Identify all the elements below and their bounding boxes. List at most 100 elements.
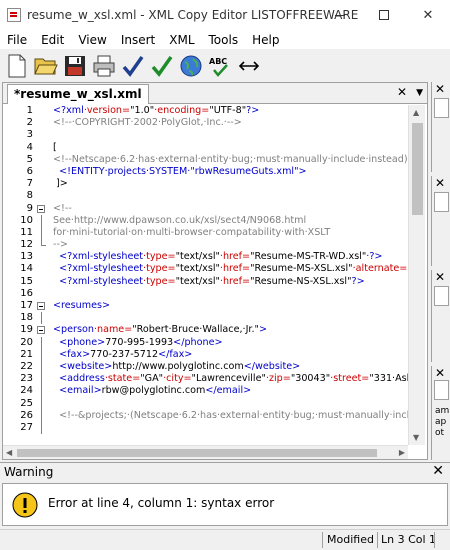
side-panel-close-icon[interactable]: ✕: [435, 176, 445, 190]
code-token: <?xml-stylesheet: [53, 263, 144, 275]
code-editor[interactable]: 1 <?xml·version="1.0"·encoding="UTF-8"?> 2…: [3, 105, 408, 445]
code-line[interactable]: 8: [3, 190, 408, 202]
code-token: "1.0": [130, 105, 155, 116]
code-token: http://www.polyglotinc.com: [112, 360, 244, 372]
side-panel-field[interactable]: [434, 192, 449, 212]
menu-file[interactable]: File: [0, 33, 34, 47]
fold-toggle-icon[interactable]: [37, 326, 45, 335]
code-line[interactable]: 15 <?xml-stylesheet·type="text/xsl"·href…: [3, 276, 408, 288]
code-line[interactable]: 16: [3, 288, 408, 300]
code-line[interactable]: 27: [3, 421, 408, 435]
open-file-button[interactable]: [33, 53, 58, 78]
fold-guide: [41, 226, 42, 240]
validate-button[interactable]: [149, 53, 174, 78]
code-text: -->: [53, 239, 68, 251]
print-button[interactable]: [91, 53, 116, 78]
code-line[interactable]: 21 <fax>770-237-5712</fax>: [3, 348, 408, 361]
code-line[interactable]: 5 <!--Netscape·6.2·has·external·entity·bu…: [3, 154, 408, 166]
menu-insert[interactable]: Insert: [114, 33, 162, 47]
side-panel-close-icon[interactable]: ✕: [435, 366, 445, 380]
warning-close-icon[interactable]: ✕: [432, 463, 444, 479]
menu-tools[interactable]: Tools: [202, 33, 246, 47]
pretty-print-button[interactable]: [236, 53, 261, 78]
code-line[interactable]: 11 for·mini-tutorial·on·multi-browser·com…: [3, 226, 408, 240]
code-token: ·state=: [104, 373, 141, 385]
code-token: "UTF-8": [209, 105, 247, 116]
menu-help[interactable]: Help: [245, 33, 286, 47]
horizontal-scroll-thumb[interactable]: [17, 449, 377, 457]
menu-xml[interactable]: XML: [162, 33, 201, 47]
code-token: </phone>: [173, 336, 223, 348]
code-line[interactable]: 10 See·http://www.dpawson.co.uk/xsl/sect4…: [3, 214, 408, 227]
code-line[interactable]: 18: [3, 312, 408, 325]
code-line[interactable]: 9 <!--: [3, 203, 408, 215]
window-title: resume_w_xsl.xml - XML Copy Editor LISTO…: [27, 8, 359, 22]
close-button[interactable]: ✕: [406, 0, 450, 30]
code-token: "text/xsl": [175, 251, 220, 263]
maximize-button[interactable]: [362, 0, 406, 30]
code-token: ·zip=: [265, 373, 291, 385]
side-panel-field[interactable]: [434, 98, 449, 118]
code-line[interactable]: 12 -->: [3, 239, 408, 251]
side-panel-close-icon[interactable]: ✕: [435, 82, 445, 96]
tab-close-icon[interactable]: ✕: [397, 85, 407, 99]
code-token: ·encoding=: [154, 105, 210, 116]
scroll-left-arrow-icon[interactable]: ◀: [6, 448, 12, 457]
code-token: "331·Ashbou: [369, 373, 408, 385]
code-line[interactable]: 22 <website>http://www.polyglotinc.com</…: [3, 360, 408, 374]
scroll-right-arrow-icon[interactable]: ▶: [399, 448, 405, 457]
code-line[interactable]: 17 <resumes>: [3, 300, 408, 312]
code-line[interactable]: 23 <address·state="GA"·city="Lawrencevil…: [3, 373, 408, 386]
code-token: "rbwResumeGuts.xml": [190, 165, 299, 177]
line-number: 27: [20, 421, 33, 433]
browser-button[interactable]: [178, 53, 203, 78]
code-text: <website>http://www.polyglotinc.com</web…: [53, 361, 300, 373]
code-line[interactable]: 20 <phone>770-995-1993</phone>: [3, 336, 408, 349]
code-token: "text/xsl": [175, 275, 220, 287]
code-line[interactable]: 25: [3, 397, 408, 410]
side-panel-close-icon[interactable]: ✕: [435, 270, 445, 284]
tab-resume-w-xsl[interactable]: *resume_w_xsl.xml: [7, 84, 149, 104]
code-line[interactable]: 26 <!--&projects;·(Netscape·6.2·has·exte…: [3, 409, 408, 422]
code-line[interactable]: 4[: [3, 142, 408, 154]
side-panel-text: am ap ot: [435, 406, 450, 438]
vertical-scrollbar[interactable]: ▲ ▼: [408, 105, 425, 445]
code-line[interactable]: 13 <?xml-stylesheet·type="text/xsl"·href…: [3, 251, 408, 263]
code-token: ?>: [246, 105, 260, 116]
minimize-button[interactable]: [318, 0, 362, 30]
code-token: ·version=: [83, 105, 131, 116]
code-token: [: [53, 141, 57, 153]
code-line[interactable]: 19 <person·name="Robert·Bruce·Wallace,·Jr…: [3, 324, 408, 336]
code-text: for·mini-tutorial·on·multi-browser·compa…: [53, 227, 330, 239]
code-line[interactable]: 2 <!--·COPYRIGHT·2002·PolyGlot,·Inc.·-->: [3, 117, 408, 129]
horizontal-scrollbar[interactable]: ◀ ▶: [3, 445, 408, 459]
menu-view[interactable]: View: [71, 33, 113, 47]
code-line[interactable]: 14 <?xml-stylesheet·type="text/xsl"·href…: [3, 263, 408, 275]
side-panel-field[interactable]: [434, 286, 449, 306]
warning-icon: [12, 492, 38, 518]
code-line[interactable]: 3: [3, 129, 408, 141]
code-token: <?xml-stylesheet: [53, 275, 144, 287]
code-line[interactable]: 1 <?xml·version="1.0"·encoding="UTF-8"?>: [3, 105, 408, 117]
check-well-formed-button[interactable]: [120, 53, 145, 78]
scroll-down-arrow-icon[interactable]: ▼: [413, 433, 419, 442]
vertical-scroll-thumb[interactable]: [412, 123, 423, 215]
fold-guide: [41, 373, 42, 386]
code-line[interactable]: 6 <!ENTITY·projects·SYSTEM·"rbwResumeGut…: [3, 166, 408, 178]
svg-text:ABC: ABC: [209, 57, 227, 66]
line-number: 15: [20, 275, 33, 287]
code-token: <!--&projects;·(Netscape·6.2·has·externa…: [59, 409, 408, 421]
code-line[interactable]: 24 <email>rbw@polyglotinc.com</email>: [3, 385, 408, 398]
line-number: 11: [20, 226, 33, 238]
side-panel-1: ✕: [431, 82, 450, 172]
spellcheck-button[interactable]: ABC: [207, 53, 232, 78]
fold-toggle-icon[interactable]: [37, 204, 45, 213]
scroll-up-arrow-icon[interactable]: ▲: [413, 108, 419, 117]
side-panel-field[interactable]: [434, 380, 449, 400]
fold-toggle-icon[interactable]: [37, 302, 45, 310]
tab-list-chevron-down-icon[interactable]: ▼: [416, 88, 423, 98]
new-file-button[interactable]: [4, 53, 29, 78]
code-line[interactable]: 7 ]>: [3, 178, 408, 190]
save-button[interactable]: [62, 53, 87, 78]
menu-edit[interactable]: Edit: [34, 33, 71, 47]
